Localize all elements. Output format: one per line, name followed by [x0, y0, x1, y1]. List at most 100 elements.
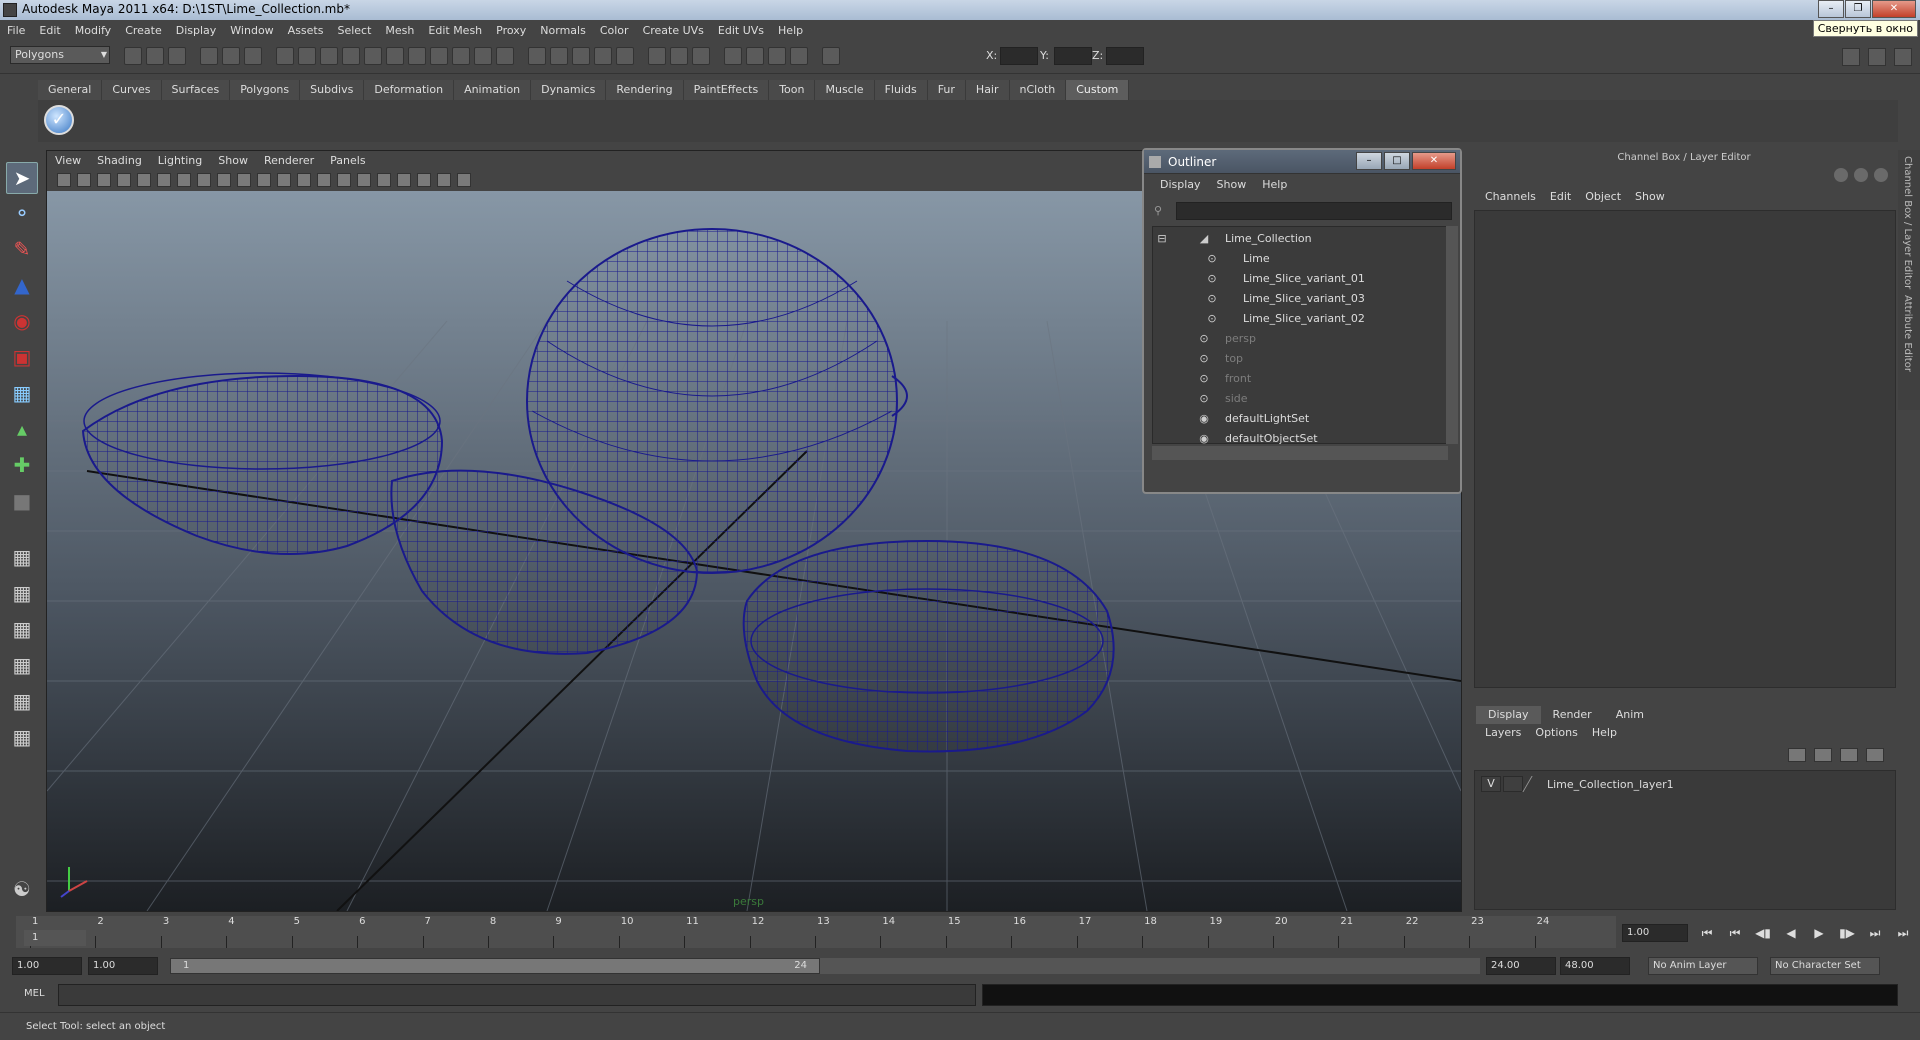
snap-curve-icon[interactable]: [550, 47, 568, 65]
time-ticks[interactable]: 1 2 3 4 5 6 7 8 9 10 11 12 13 14 15 16 17 18 19 20 21 22 23 24: [16, 916, 1616, 948]
outliner-item-lime[interactable]: ⊙ Lime: [1153, 249, 1433, 269]
step-forward-frame-icon[interactable]: ▮▶: [1836, 924, 1858, 942]
outliner-maximize-button[interactable]: □: [1384, 152, 1410, 170]
range-bar[interactable]: 1 24: [170, 958, 1480, 974]
go-to-end-icon[interactable]: ⏭: [1892, 924, 1914, 942]
create-layer-icon[interactable]: [1840, 748, 1858, 762]
shelf-tab-toon[interactable]: Toon: [769, 80, 816, 100]
grid-toggle-icon[interactable]: [137, 173, 151, 187]
xray-joints-icon[interactable]: [457, 173, 471, 187]
outliner-item-lime-slice-variant-02[interactable]: ⊙ Lime_Slice_variant_02: [1153, 309, 1433, 329]
shelf-tab-general[interactable]: General: [38, 80, 103, 100]
menu-edit-mesh[interactable]: Edit Mesh: [421, 24, 489, 37]
layout-single-icon[interactable]: ▦: [6, 542, 38, 574]
channel-box-menu-show[interactable]: Show: [1628, 190, 1672, 203]
last-tool-icon[interactable]: ■: [6, 486, 38, 518]
select-rendering-icon[interactable]: [430, 47, 448, 65]
render-current-icon[interactable]: [746, 47, 764, 65]
xray-icon[interactable]: [437, 173, 451, 187]
outliner-item-defaultlightset[interactable]: ◉ defaultLightSet: [1153, 409, 1433, 429]
menu-help[interactable]: Help: [771, 24, 810, 37]
shadows-icon[interactable]: [397, 173, 411, 187]
resolution-gate-icon[interactable]: [177, 173, 191, 187]
input-ops-icon[interactable]: [648, 47, 666, 65]
current-time-field[interactable]: 1.00: [1622, 924, 1688, 942]
channel-box-menu-object[interactable]: Object: [1578, 190, 1628, 203]
command-input[interactable]: [58, 984, 976, 1006]
ipr-render-icon[interactable]: [768, 47, 786, 65]
shelf-tab-animation[interactable]: Animation: [454, 80, 532, 100]
layout-hypershade-icon[interactable]: ▦: [6, 686, 38, 718]
wireframe-icon[interactable]: [277, 173, 291, 187]
output-ops-icon[interactable]: [670, 47, 688, 65]
play-backwards-icon[interactable]: ◀: [1780, 924, 1802, 942]
shelf-tab-fluids[interactable]: Fluids: [874, 80, 928, 100]
shelf-tab-curves[interactable]: Curves: [102, 80, 162, 100]
filter-icon[interactable]: ⚲: [1154, 204, 1168, 218]
step-back-key-icon[interactable]: ⏮: [1724, 924, 1746, 942]
menu-color[interactable]: Color: [593, 24, 636, 37]
shelf-tab-ncloth[interactable]: nCloth: [1009, 80, 1067, 100]
layer-tab-render[interactable]: Render: [1540, 706, 1604, 724]
viewport-menu-lighting[interactable]: Lighting: [150, 154, 210, 167]
outliner-vertical-scrollbar[interactable]: [1446, 226, 1458, 444]
default-lights-icon[interactable]: [357, 173, 371, 187]
select-tool-icon[interactable]: ➤: [6, 162, 38, 194]
outliner-item-lime-slice-variant-03[interactable]: ⊙ Lime_Slice_variant_03: [1153, 289, 1433, 309]
viewport-menu-panels[interactable]: Panels: [322, 154, 373, 167]
menu-assets[interactable]: Assets: [281, 24, 331, 37]
shelf-tab-polygons[interactable]: Polygons: [230, 80, 301, 100]
select-surfaces-icon[interactable]: [364, 47, 382, 65]
wireframe-on-shaded-icon[interactable]: [317, 173, 331, 187]
select-camera-icon[interactable]: [57, 173, 71, 187]
end-time-field[interactable]: 48.00: [1560, 957, 1630, 975]
smooth-shade-icon[interactable]: [297, 173, 311, 187]
isolate-select-icon[interactable]: [417, 173, 431, 187]
playback-end-field[interactable]: 24.00: [1486, 957, 1556, 975]
select-mask-icon[interactable]: [276, 47, 294, 65]
layer-color-swatch[interactable]: [1522, 776, 1548, 792]
channel-box-pin-icon[interactable]: [1874, 168, 1888, 182]
select-handles-icon[interactable]: [298, 47, 316, 65]
layout-outliner-persp-icon[interactable]: ▦: [6, 614, 38, 646]
menu-display[interactable]: Display: [169, 24, 224, 37]
make-live-icon[interactable]: [616, 47, 634, 65]
shelf-tab-subdivs[interactable]: Subdivs: [300, 80, 365, 100]
quick-layout-icon[interactable]: ☯: [6, 874, 38, 906]
shelf-tab-surfaces[interactable]: Surfaces: [161, 80, 231, 100]
check-icon[interactable]: ✓: [44, 105, 74, 135]
menu-edit-uvs[interactable]: Edit UVs: [711, 24, 771, 37]
all-lights-icon[interactable]: [377, 173, 391, 187]
layer-row[interactable]: V Lime_Collection_layer1: [1481, 775, 1674, 793]
outliner-item-lime-collection[interactable]: ⊟ ◢ Lime_Collection: [1153, 229, 1433, 249]
time-slider[interactable]: 1 2 3 4 5 6 7 8 9 10 11 12 13 14 15 16 17 18 19 20 21 22 23 24 …: [0, 914, 1920, 950]
toggle-channel-box-icon[interactable]: [1894, 48, 1912, 66]
viewport-menu-show[interactable]: Show: [210, 154, 256, 167]
menu-select[interactable]: Select: [330, 24, 378, 37]
outliner-item-top[interactable]: ⊙ top: [1153, 349, 1433, 369]
outliner-menu-show[interactable]: Show: [1209, 178, 1255, 191]
layer-menu-help[interactable]: Help: [1585, 726, 1624, 739]
select-curves-icon[interactable]: [342, 47, 360, 65]
menu-file[interactable]: File: [0, 24, 32, 37]
menu-edit[interactable]: Edit: [32, 24, 67, 37]
select-deformations-icon[interactable]: [386, 47, 404, 65]
channel-box-toggle-icon[interactable]: [1854, 168, 1868, 182]
shelf-tab-rendering[interactable]: Rendering: [606, 80, 684, 100]
channel-box-menu-edit[interactable]: Edit: [1543, 190, 1578, 203]
menu-window[interactable]: Window: [223, 24, 280, 37]
script-language-toggle[interactable]: MEL: [24, 988, 45, 999]
textured-icon[interactable]: [337, 173, 351, 187]
snap-grid-icon[interactable]: [528, 47, 546, 65]
lock-selection-icon[interactable]: [474, 47, 492, 65]
save-scene-icon[interactable]: [168, 47, 186, 65]
move-layer-up-icon[interactable]: [1788, 748, 1806, 762]
camera-attributes-icon[interactable]: [77, 173, 91, 187]
shelf-tab-fur[interactable]: Fur: [927, 80, 966, 100]
menu-set-dropdown[interactable]: Polygons ▼: [10, 46, 110, 64]
viewport-menu-renderer[interactable]: Renderer: [256, 154, 322, 167]
side-tab-attribute-editor[interactable]: Attribute Editor: [1902, 295, 1913, 372]
close-button[interactable]: ✕: [1872, 0, 1916, 18]
anim-layer-dropdown[interactable]: No Anim Layer: [1648, 957, 1758, 975]
outliner-menu-help[interactable]: Help: [1254, 178, 1295, 191]
